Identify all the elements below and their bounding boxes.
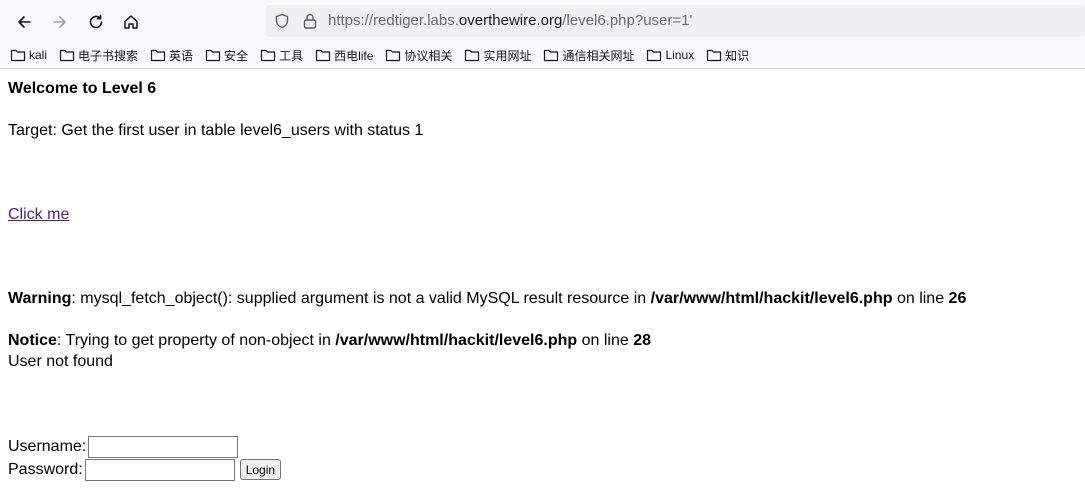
bookmark-label: 英语 [169, 48, 194, 63]
bookmark-label: 安全 [224, 48, 249, 63]
warning-line: 26 [948, 290, 967, 307]
bookmark-folder[interactable]: 西电life [315, 47, 373, 64]
bookmark-folder[interactable]: 实用网址 [464, 47, 531, 64]
bookmark-folder[interactable]: 通信相关网址 [543, 47, 634, 64]
url-path: /level6.php?user=1' [562, 12, 693, 29]
password-input[interactable] [84, 458, 235, 481]
folder-icon [150, 49, 166, 62]
bookmark-label: 电子书搜索 [78, 48, 139, 63]
bookmark-folder[interactable]: 协议相关 [385, 47, 452, 64]
back-button[interactable] [10, 8, 38, 36]
login-button[interactable]: Login [239, 459, 282, 480]
home-button[interactable] [117, 8, 145, 36]
address-bar[interactable]: https://redtiger.labs.overthewire.org/le… [266, 5, 1085, 37]
folder-icon [647, 49, 662, 62]
url-prefix: https://redtiger.labs. [328, 12, 459, 29]
url-text[interactable]: https://redtiger.labs.overthewire.org/le… [328, 12, 692, 30]
bookmark-label: Linux [665, 48, 695, 62]
browser-toolbar: https://redtiger.labs.overthewire.org/le… [0, 0, 1085, 42]
click-me-link[interactable]: Click me [8, 206, 69, 223]
folder-icon [10, 49, 26, 62]
reload-icon [89, 14, 103, 29]
folder-icon [465, 49, 480, 62]
notice-on-line: on line [577, 332, 634, 349]
home-icon [124, 15, 138, 29]
username-label: Username: [8, 438, 87, 455]
folder-icon [386, 49, 401, 62]
bookmarks-bar: kali 电子书搜索 英语 安全 工具 西电life 协议相关 实用网址 通信相关网址 Linux… [0, 42, 1085, 69]
bookmark-folder[interactable]: 英语 [150, 47, 193, 64]
username-row: Username: [8, 435, 1078, 458]
forward-button[interactable] [46, 8, 74, 36]
password-row: Password: Login [8, 458, 1078, 481]
bookmark-label: 协议相关 [404, 48, 453, 63]
bookmark-label: 通信相关网址 [562, 48, 635, 63]
url-domain: overthewire.org [458, 12, 563, 29]
folder-icon [315, 49, 331, 62]
folder-icon [260, 49, 276, 62]
username-input[interactable] [88, 435, 239, 458]
bookmark-label: 实用网址 [483, 48, 532, 63]
notice-path: /var/www/html/hackit/level6.php [335, 332, 578, 349]
page-content: Welcome to Level 6 Target: Get the first… [8, 78, 1078, 481]
shield-icon[interactable] [274, 13, 290, 29]
warning-message: Warning: mysql_fetch_object(): supplied … [8, 288, 1078, 309]
warning-text: : mysql_fetch_object(): supplied argumen… [71, 290, 651, 307]
bookmark-label: 工具 [279, 48, 304, 63]
folder-icon [544, 49, 559, 62]
notice-line: 28 [633, 332, 651, 349]
bookmark-folder[interactable]: kali [10, 48, 47, 62]
bookmark-folder[interactable]: 工具 [260, 47, 303, 64]
bookmark-label: 西电life [334, 48, 374, 63]
notice-text: : Trying to get property of non-object i… [56, 332, 336, 349]
warning-label: Warning [8, 290, 72, 307]
warning-path: /var/www/html/hackit/level6.php [650, 290, 893, 307]
notice-message: Notice: Trying to get property of non-ob… [8, 330, 1078, 351]
bookmark-folder[interactable]: 知识 [706, 47, 749, 64]
page-title: Welcome to Level 6 [8, 80, 157, 97]
bookmark-folder[interactable]: 安全 [205, 47, 248, 64]
warning-on-line: on line [892, 290, 949, 307]
folder-icon [707, 49, 722, 62]
password-label: Password: [8, 461, 83, 478]
notice-label: Notice [8, 332, 57, 349]
bookmark-label: kali [29, 48, 48, 62]
bookmark-folder[interactable]: Linux [646, 48, 694, 62]
folder-icon [205, 49, 221, 62]
reload-button[interactable] [82, 8, 110, 36]
folder-icon [59, 49, 75, 62]
target-text: Target: Get the first user in table leve… [8, 122, 424, 139]
lock-icon[interactable] [302, 12, 318, 30]
back-arrow-icon [18, 16, 31, 28]
bookmark-folder[interactable]: 电子书搜索 [59, 47, 138, 64]
bookmark-label: 知识 [725, 48, 750, 63]
user-not-found-text: User not found [8, 353, 113, 370]
forward-arrow-icon [53, 16, 66, 28]
